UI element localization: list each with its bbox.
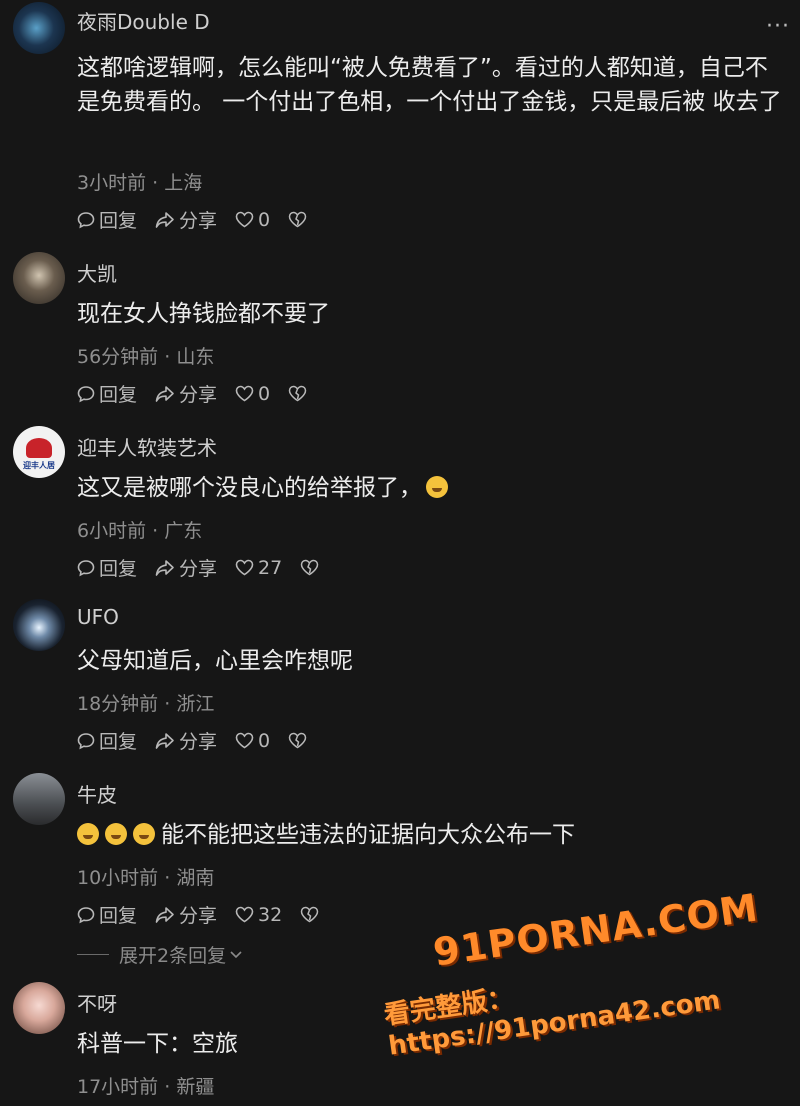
- comment-actions: 回复 分享 0: [77, 380, 329, 407]
- reply-bubble-icon: [77, 906, 95, 923]
- share-arrow-icon: [155, 906, 174, 923]
- like-button[interactable]: 32: [235, 904, 282, 926]
- reply-button[interactable]: 回复: [77, 206, 137, 233]
- dislike-button[interactable]: [288, 385, 311, 402]
- comment-text: 能不能把这些违法的证据向大众公布一下: [161, 822, 575, 848]
- divider-line: [77, 954, 109, 955]
- comment-actions: 回复 分享 0: [77, 206, 329, 233]
- comment-text: 父母知道后，心里会咋想呢: [77, 648, 353, 674]
- share-button[interactable]: 分享: [155, 901, 217, 928]
- dislike-button[interactable]: [288, 211, 311, 228]
- comment-text-row: 能不能把这些违法的证据向大众公布一下: [77, 818, 787, 852]
- share-arrow-icon: [155, 559, 174, 576]
- comment-time: 56分钟前: [77, 346, 159, 368]
- like-count: 0: [258, 208, 271, 231]
- reply-button[interactable]: 回复: [77, 554, 137, 581]
- more-options-icon[interactable]: ···: [766, 16, 790, 38]
- galaxy-avatar[interactable]: [13, 2, 65, 54]
- heart-icon: [235, 211, 254, 228]
- expand-replies-button[interactable]: 展开2条回复: [77, 941, 243, 968]
- comment-username[interactable]: 牛皮: [77, 779, 117, 808]
- dislike-button[interactable]: [300, 906, 323, 923]
- comment-location: 浙江: [176, 693, 215, 715]
- heart-icon: [235, 732, 254, 749]
- comment-text: 现在女人挣钱脸都不要了: [77, 301, 330, 327]
- girl-avatar[interactable]: [13, 982, 65, 1034]
- comment-meta: 18分钟前 · 浙江: [77, 693, 215, 715]
- like-button[interactable]: 0: [235, 730, 270, 752]
- grinning-emoji-icon: [133, 823, 155, 845]
- like-button[interactable]: 27: [235, 557, 282, 579]
- comment-meta: 3小时前 · 上海: [77, 172, 203, 194]
- ufo-avatar[interactable]: [13, 599, 65, 651]
- comment-time: 6小时前: [77, 520, 147, 542]
- reply-bubble-icon: [77, 211, 95, 228]
- like-button[interactable]: 0: [235, 383, 270, 405]
- share-button[interactable]: 分享: [155, 380, 217, 407]
- comment-username[interactable]: 大凯: [77, 258, 117, 287]
- person-sunglasses-avatar[interactable]: [13, 252, 65, 304]
- heart-icon: [235, 385, 254, 402]
- heart-icon: [235, 906, 254, 923]
- share-arrow-icon: [155, 732, 174, 749]
- comment-text: 这都啥逻辑啊，怎么能叫“被人免费看了”。看过的人都知道，自己不是免费看的。 一个…: [77, 55, 782, 115]
- reply-button[interactable]: 回复: [77, 380, 137, 407]
- share-button[interactable]: 分享: [155, 554, 217, 581]
- reply-button[interactable]: 回复: [77, 901, 137, 928]
- comment-meta: 17小时前 · 新疆: [77, 1076, 215, 1098]
- comment-actions: 回复 分享 0: [77, 727, 329, 754]
- comment-location: 广东: [164, 520, 203, 542]
- crying-laughing-emoji-icon: [426, 476, 448, 498]
- broken-heart-icon: [288, 732, 307, 749]
- comment-time: 3小时前: [77, 172, 147, 194]
- comment-time: 18分钟前: [77, 693, 159, 715]
- like-count: 0: [258, 382, 271, 405]
- share-arrow-icon: [155, 385, 174, 402]
- like-button[interactable]: 0: [235, 209, 270, 231]
- comment-actions: 回复 分享 32: [77, 901, 341, 928]
- heart-icon: [235, 559, 254, 576]
- share-button[interactable]: 分享: [155, 727, 217, 754]
- comment-username[interactable]: 夜雨Double D: [77, 6, 210, 35]
- comment-location: 上海: [164, 172, 203, 194]
- logo-text: 迎丰人居: [23, 460, 55, 470]
- broken-heart-icon: [300, 906, 319, 923]
- share-arrow-icon: [155, 211, 174, 228]
- comment-meta: 10小时前 · 湖南: [77, 867, 215, 889]
- comment-time: 17小时前: [77, 1076, 159, 1098]
- grinning-emoji-icon: [77, 823, 99, 845]
- comment-time: 10小时前: [77, 867, 159, 889]
- like-count: 27: [258, 556, 283, 579]
- person-silhouette-avatar[interactable]: [13, 773, 65, 825]
- comment-location: 湖南: [176, 867, 215, 889]
- dislike-button[interactable]: [300, 559, 323, 576]
- chevron-down-icon: [230, 950, 242, 958]
- comment-text-row: 这又是被哪个没良心的给举报了，: [77, 471, 787, 505]
- comment-text: 这又是被哪个没良心的给举报了，: [77, 475, 422, 501]
- comment-meta: 56分钟前 · 山东: [77, 346, 215, 368]
- comment-meta: 6小时前 · 广东: [77, 520, 203, 542]
- comment-username[interactable]: UFO: [77, 605, 119, 629]
- reply-bubble-icon: [77, 559, 95, 576]
- grinning-emoji-icon: [105, 823, 127, 845]
- dislike-button[interactable]: [288, 732, 311, 749]
- reply-bubble-icon: [77, 385, 95, 402]
- share-button[interactable]: 分享: [155, 206, 217, 233]
- like-count: 32: [258, 903, 283, 926]
- broken-heart-icon: [288, 385, 307, 402]
- reply-bubble-icon: [77, 732, 95, 749]
- comment-username[interactable]: 迎丰人软装艺术: [77, 432, 217, 461]
- reply-button[interactable]: 回复: [77, 727, 137, 754]
- comment-actions: 回复 分享 27: [77, 554, 341, 581]
- comment-location: 新疆: [176, 1076, 215, 1098]
- broken-heart-icon: [300, 559, 319, 576]
- broken-heart-icon: [288, 211, 307, 228]
- house-logo-icon: [26, 437, 52, 458]
- like-count: 0: [258, 729, 271, 752]
- brand-logo-avatar[interactable]: 迎丰人居: [13, 426, 65, 478]
- comment-location: 山东: [176, 346, 215, 368]
- comment-username[interactable]: 不呀: [77, 988, 117, 1017]
